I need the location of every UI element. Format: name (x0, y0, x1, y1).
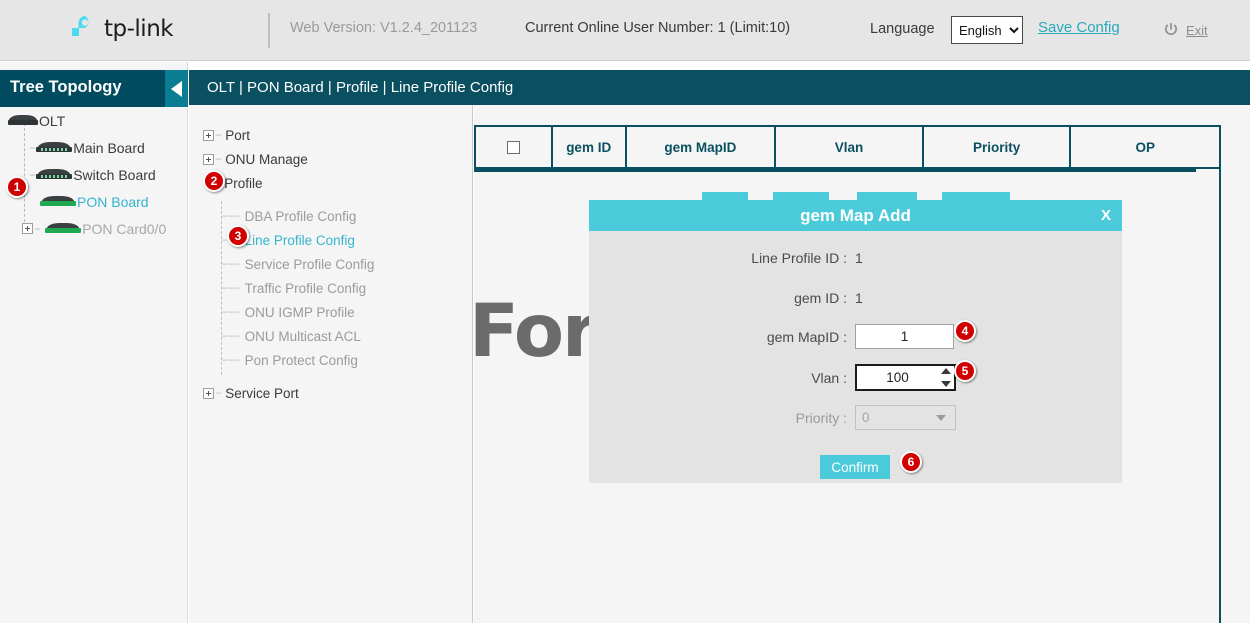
tree-item-pon-card[interactable]: – PON Card0/0 (0, 215, 188, 242)
gem-mapid-label: gem MapID : (589, 329, 855, 345)
column-header-op[interactable]: OP (1071, 127, 1219, 167)
tree-topology-body: OLT – Main Board – Switch Board PON Boar… (0, 107, 188, 242)
nav-item-label: ONU Manage (225, 152, 308, 167)
card-green-icon (45, 223, 81, 234)
column-header-priority[interactable]: Priority (924, 127, 1072, 167)
device-icon (8, 115, 38, 126)
gem-mapid-input[interactable] (855, 324, 954, 349)
step-badge-5: 5 (954, 360, 976, 382)
brand-logo: tp-link (66, 12, 173, 46)
gem-map-table-header: gem ID gem MapID Vlan Priority OP (474, 125, 1221, 169)
dialog-title-bar: gem Map Add X (589, 200, 1122, 231)
gem-mapid-row: gem MapID : (589, 324, 1122, 349)
nav-item-dba-profile-config[interactable]: ––– DBA Profile Config (189, 204, 472, 228)
nav-item-onu-multicast-acl[interactable]: ––– ONU Multicast ACL (189, 324, 472, 348)
gem-id-label: gem ID : (589, 290, 855, 306)
nav-item-profile[interactable]: – Profile (189, 171, 472, 195)
gem-id-value: 1 (855, 290, 863, 306)
breadcrumb: OLT | PON Board | Profile | Line Profile… (189, 70, 1250, 105)
tree-topology-title: Tree Topology (10, 78, 122, 97)
tree-item-pon-board[interactable]: PON Board (0, 188, 188, 215)
tree-item-label: Main Board (73, 140, 145, 156)
exit-link[interactable]: Exit (1186, 23, 1208, 38)
chevron-down-icon (936, 415, 946, 421)
header-divider (268, 13, 270, 48)
nav-item-label: Traffic Profile Config (245, 281, 367, 296)
plus-box-icon[interactable] (203, 130, 214, 141)
tree-item-switch-board[interactable]: – Switch Board (0, 161, 188, 188)
nav-item-traffic-profile-config[interactable]: ––– Traffic Profile Config (189, 276, 472, 300)
side-navigation: – Port – ONU Manage – Profile ––– DBA Pr… (189, 105, 473, 623)
step-badge-3: 3 (227, 225, 249, 247)
web-version-label: Web Version: V1.2.4_201123 (290, 20, 477, 36)
language-select[interactable]: English (951, 16, 1023, 44)
nav-item-label: Line Profile Config (245, 233, 355, 248)
board-icon (36, 169, 72, 180)
board-icon (36, 142, 72, 153)
step-badge-2: 2 (203, 170, 225, 192)
gem-id-row: gem ID : 1 (589, 290, 1122, 306)
tree-item-label: PON Board (77, 194, 149, 210)
column-header-gem-mapid[interactable]: gem MapID (627, 127, 777, 167)
step-badge-6: 6 (900, 451, 922, 473)
nav-item-pon-protect-config[interactable]: ––– Pon Protect Config (189, 348, 472, 372)
column-header-gem-id[interactable]: gem ID (553, 127, 627, 167)
priority-select[interactable]: 0 (855, 405, 956, 430)
app-header: tp-link Web Version: V1.2.4_201123 Curre… (0, 0, 1250, 61)
nav-item-label: Pon Protect Config (245, 353, 358, 368)
priority-row: Priority : 0 (589, 405, 1122, 430)
step-badge-4: 4 (954, 320, 976, 342)
tree-item-label: Switch Board (73, 167, 155, 183)
brand-name: tp-link (104, 16, 173, 42)
table-header-underline (474, 168, 1196, 172)
plus-box-icon[interactable] (203, 388, 214, 399)
checkbox-icon[interactable] (507, 141, 520, 154)
priority-value: 0 (862, 410, 870, 425)
chevron-left-icon[interactable] (165, 70, 188, 107)
dialog-title: gem Map Add (589, 200, 1122, 231)
tree-topology-panel: Tree Topology OLT – Main Board – Switch … (0, 62, 188, 623)
tree-item-main-board[interactable]: – Main Board (0, 134, 188, 161)
save-config-link[interactable]: Save Config (1038, 19, 1120, 36)
table-right-border (1219, 125, 1221, 623)
nav-item-label: Service Port (225, 386, 299, 401)
power-icon (1163, 22, 1179, 38)
nav-item-onu-manage[interactable]: – ONU Manage (189, 147, 472, 171)
vlan-label: Vlan : (589, 370, 855, 386)
column-header-vlan[interactable]: Vlan (776, 127, 924, 167)
nav-item-port[interactable]: – Port (189, 123, 472, 147)
board-green-icon (40, 196, 76, 207)
tree-item-label: OLT (39, 113, 65, 129)
line-profile-id-value: 1 (855, 250, 863, 266)
nav-item-service-profile-config[interactable]: ––– Service Profile Config (189, 252, 472, 276)
select-all-header-cell (476, 127, 553, 167)
line-profile-id-row: Line Profile ID : 1 (589, 250, 1122, 266)
step-badge-1: 1 (6, 176, 28, 198)
vlan-row: Vlan : (589, 364, 1122, 391)
line-profile-id-label: Line Profile ID : (589, 250, 855, 266)
online-user-label: Current Online User Number: 1 (Limit:10) (525, 20, 790, 36)
plus-box-icon[interactable] (203, 154, 214, 165)
tree-topology-header: Tree Topology (0, 70, 188, 107)
vlan-input[interactable] (855, 364, 956, 391)
nav-item-label: Profile (224, 176, 262, 191)
language-label: Language (870, 21, 935, 37)
nav-item-label: Port (225, 128, 250, 143)
priority-label: Priority : (589, 410, 855, 426)
nav-item-service-port[interactable]: – Service Port (189, 381, 472, 405)
gem-map-add-dialog: gem Map Add X Line Profile ID : 1 gem ID… (589, 200, 1122, 483)
nav-item-label: DBA Profile Config (245, 209, 357, 224)
nav-item-label: ONU IGMP Profile (245, 305, 355, 320)
nav-item-label: Service Profile Config (245, 257, 375, 272)
plus-box-icon[interactable] (22, 223, 33, 234)
nav-item-onu-igmp-profile[interactable]: ––– ONU IGMP Profile (189, 300, 472, 324)
tree-item-label: PON Card0/0 (82, 221, 166, 237)
tree-item-olt[interactable]: OLT (0, 107, 188, 134)
confirm-button[interactable]: Confirm (820, 455, 890, 479)
nav-item-label: ONU Multicast ACL (245, 329, 361, 344)
tplink-logo-icon (66, 12, 100, 46)
close-icon[interactable]: X (1101, 200, 1111, 231)
